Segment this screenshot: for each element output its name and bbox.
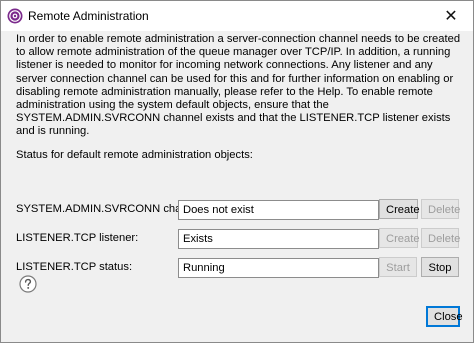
listener-label: LISTENER.TCP listener: bbox=[16, 232, 139, 244]
create-channel-button[interactable]: Create bbox=[379, 199, 420, 219]
create-listener-button[interactable]: Create bbox=[379, 228, 420, 248]
listener-status-field: Exists bbox=[178, 229, 379, 249]
window-close-button[interactable]: ✕ bbox=[429, 1, 473, 31]
remote-administration-dialog: Remote Administration ✕ In order to enab… bbox=[0, 0, 474, 343]
close-icon: ✕ bbox=[444, 8, 458, 25]
help-icon[interactable] bbox=[19, 275, 37, 293]
close-button[interactable]: Close bbox=[426, 306, 463, 327]
start-listener-button[interactable]: Start bbox=[379, 257, 417, 277]
listener-state-label: LISTENER.TCP status: bbox=[16, 261, 133, 273]
websphere-mq-icon bbox=[7, 8, 23, 24]
delete-listener-button[interactable]: Delete bbox=[421, 228, 460, 248]
stop-listener-button[interactable]: Stop bbox=[421, 257, 459, 277]
status-section-label: Status for default remote administration… bbox=[16, 149, 253, 161]
window-title: Remote Administration bbox=[28, 9, 149, 23]
listener-state-field: Running bbox=[178, 258, 379, 278]
description-text: In order to enable remote administration… bbox=[16, 33, 461, 138]
delete-channel-button[interactable]: Delete bbox=[421, 199, 460, 219]
title-bar[interactable]: Remote Administration ✕ bbox=[1, 1, 473, 31]
svrconn-channel-status-field: Does not exist bbox=[178, 200, 379, 220]
